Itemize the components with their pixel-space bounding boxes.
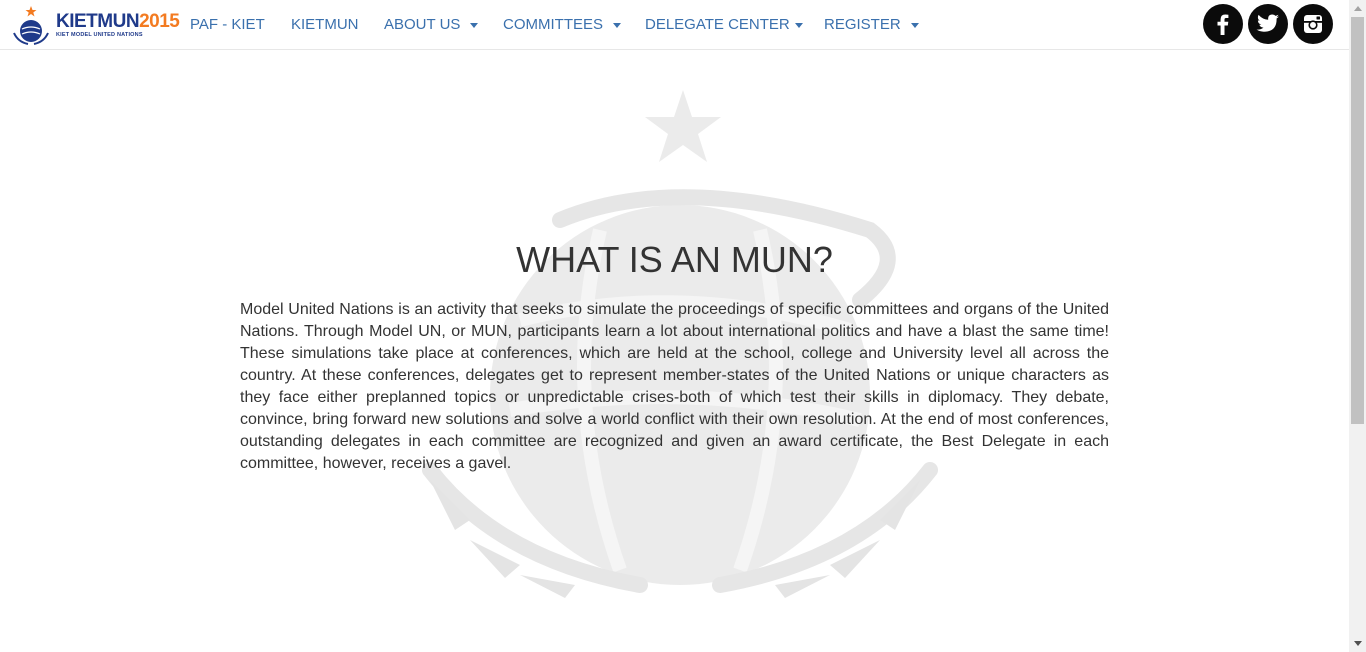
facebook-icon	[1217, 14, 1229, 35]
nav-item-about-us[interactable]: ABOUT US	[384, 0, 479, 50]
facebook-link[interactable]	[1203, 4, 1243, 44]
nav-item-label: KIETMUN	[291, 16, 359, 33]
scrollbar-thumb[interactable]	[1351, 17, 1364, 424]
twitter-link[interactable]	[1248, 4, 1288, 44]
brand-text: KIETMUN2015 KIET MODEL UNITED NATIONS	[56, 10, 180, 39]
nav-item-label: PAF - KIET	[190, 16, 265, 33]
vertical-scrollbar[interactable]	[1349, 0, 1366, 652]
nav-item-delegate-center[interactable]: DELEGATE CENTER	[645, 0, 803, 50]
brand-logo[interactable]: KIETMUN2015 KIET MODEL UNITED NATIONS	[10, 5, 180, 45]
twitter-icon	[1256, 14, 1279, 32]
nav-item-paf-kiet[interactable]: PAF - KIET	[190, 0, 265, 50]
page-title: WHAT IS AN MUN?	[516, 239, 833, 280]
caret-down-icon	[910, 22, 919, 28]
nav-item-label: REGISTER	[824, 16, 901, 33]
brand-tagline: KIET MODEL UNITED NATIONS	[56, 31, 143, 38]
brand-name-main: KIETMUN	[56, 10, 140, 32]
caret-down-icon	[794, 22, 803, 28]
nav-item-committees[interactable]: COMMITTEES	[503, 0, 621, 50]
caret-down-icon	[470, 22, 479, 28]
nav-item-label: COMMITTEES	[503, 16, 603, 33]
instagram-link[interactable]	[1293, 4, 1333, 44]
brand-name: KIETMUN2015	[56, 10, 180, 32]
scroll-up-arrow-icon[interactable]	[1349, 0, 1366, 17]
mun-description: Model United Nations is an activity that…	[240, 301, 1109, 472]
nav-item-label: DELEGATE CENTER	[645, 16, 790, 33]
brand-name-year: 2015	[139, 10, 180, 32]
nav-item-label: ABOUT US	[384, 16, 461, 33]
un-globe-logo-icon	[13, 6, 49, 45]
scroll-down-arrow-icon[interactable]	[1349, 635, 1366, 652]
top-navbar: KIETMUN2015 KIET MODEL UNITED NATIONS PA…	[0, 0, 1349, 50]
nav-item-register[interactable]: REGISTER	[824, 0, 919, 50]
caret-down-icon	[613, 22, 621, 28]
nav-item-kietmun[interactable]: KIETMUN	[291, 0, 359, 50]
instagram-icon	[1304, 15, 1322, 33]
